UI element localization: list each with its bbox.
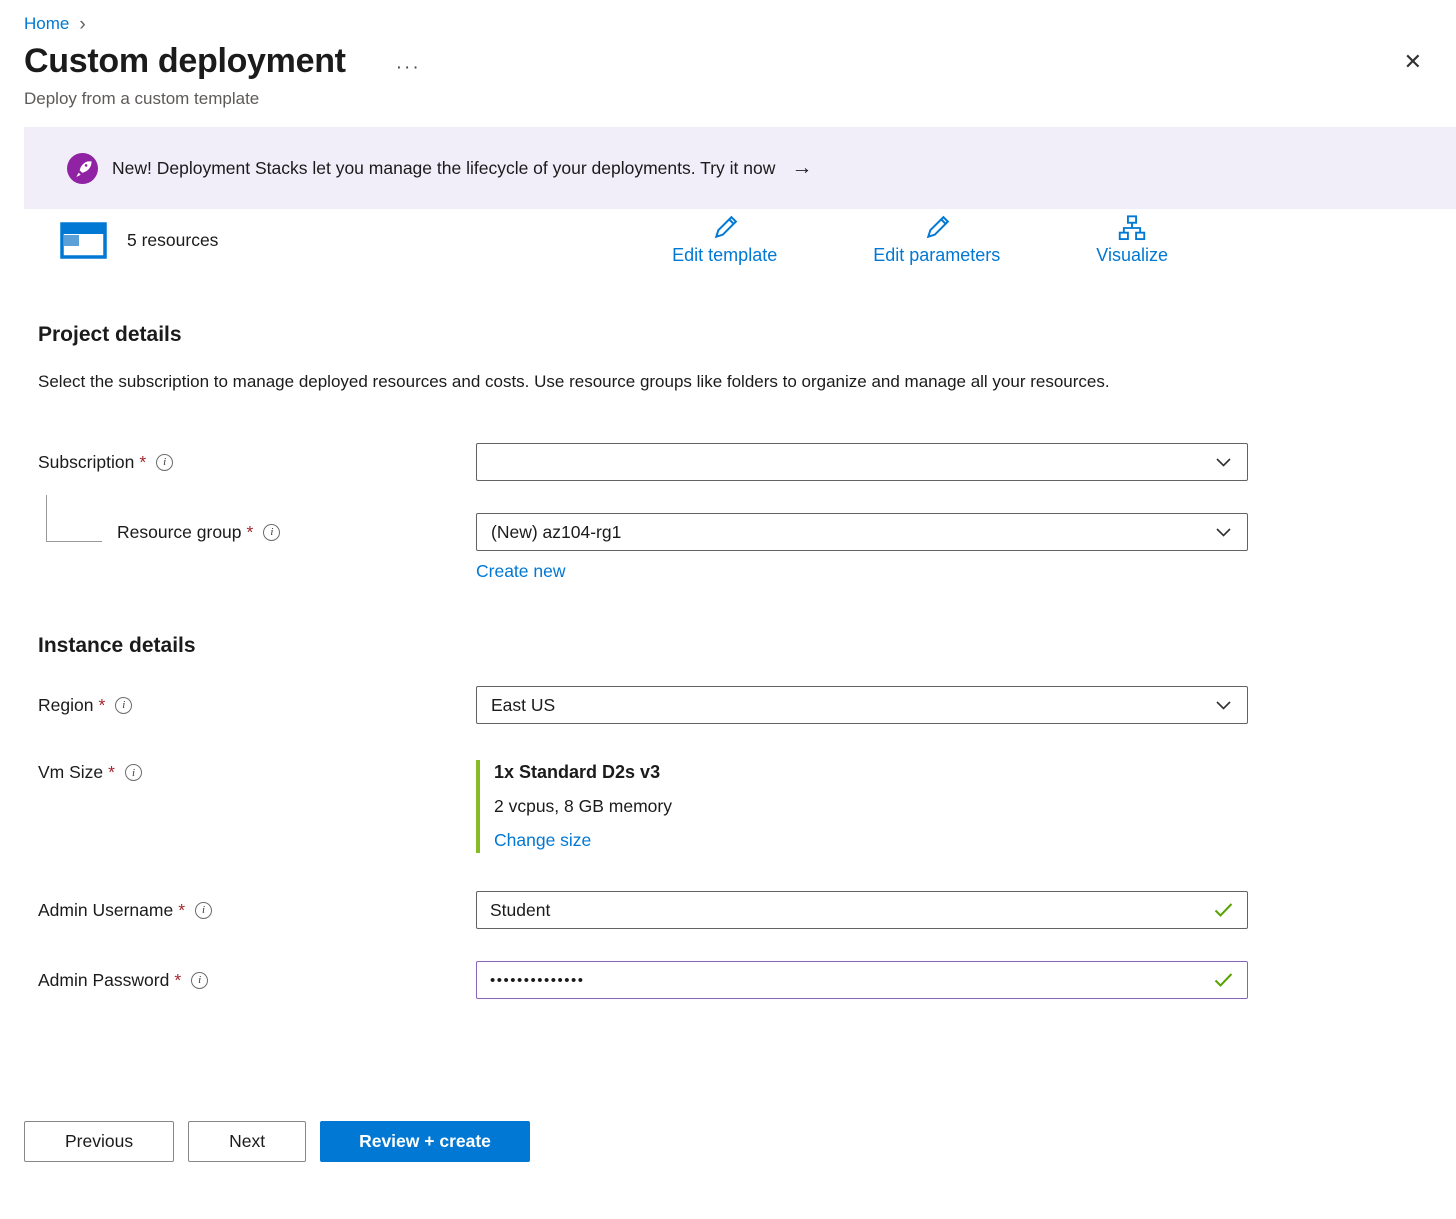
form-content: Project details Select the subscription … bbox=[0, 323, 1456, 999]
subscription-label-cell: Subscription * i bbox=[38, 452, 476, 473]
region-value: East US bbox=[491, 695, 555, 716]
resources-count: 5 resources bbox=[127, 230, 218, 251]
subscription-row: Subscription * i bbox=[38, 443, 1248, 481]
page-header: Custom deployment ··· ✕ bbox=[0, 34, 1456, 81]
connector-line bbox=[46, 495, 102, 542]
admin-username-label: Admin Username bbox=[38, 900, 173, 921]
vm-size-summary: 1x Standard D2s v3 2 vcpus, 8 GB memory … bbox=[476, 760, 1248, 853]
rocket-icon bbox=[67, 153, 98, 184]
arrow-right-icon[interactable]: → bbox=[791, 156, 812, 180]
create-new-link[interactable]: Create new bbox=[476, 561, 566, 582]
required-marker: * bbox=[108, 762, 115, 783]
region-row: Region * i East US bbox=[38, 686, 1248, 724]
admin-password-label-cell: Admin Password * i bbox=[38, 970, 476, 991]
admin-password-input[interactable] bbox=[476, 961, 1248, 999]
edit-template-button[interactable]: Edit template bbox=[666, 213, 783, 267]
visualize-icon bbox=[1118, 214, 1146, 242]
chevron-down-icon bbox=[1216, 528, 1231, 537]
vm-size-label: Vm Size bbox=[38, 762, 103, 783]
close-button[interactable]: ✕ bbox=[1398, 50, 1428, 74]
required-marker: * bbox=[178, 900, 185, 921]
template-bar: 5 resources Edit template Edit parameter… bbox=[0, 209, 1456, 267]
review-create-button[interactable]: Review + create bbox=[320, 1121, 530, 1162]
admin-username-label-cell: Admin Username * i bbox=[38, 900, 476, 921]
required-marker: * bbox=[98, 695, 105, 716]
info-icon[interactable]: i bbox=[191, 972, 208, 989]
template-actions: Edit template Edit parameters Visualize bbox=[666, 213, 1174, 267]
edit-parameters-label: Edit parameters bbox=[873, 245, 1000, 266]
banner-message[interactable]: New! Deployment Stacks let you manage th… bbox=[112, 158, 775, 179]
previous-button[interactable]: Previous bbox=[24, 1121, 174, 1162]
resource-group-value: (New) az104-rg1 bbox=[491, 522, 621, 543]
page-title: Custom deployment bbox=[24, 42, 346, 81]
check-icon bbox=[1214, 903, 1233, 918]
more-options-button[interactable]: ··· bbox=[396, 57, 421, 79]
region-select[interactable]: East US bbox=[476, 686, 1248, 724]
info-icon[interactable]: i bbox=[156, 454, 173, 471]
vm-size-row: Vm Size * i 1x Standard D2s v3 2 vcpus, … bbox=[38, 760, 1248, 853]
breadcrumb: Home › bbox=[0, 0, 1456, 34]
edit-template-label: Edit template bbox=[672, 245, 777, 266]
resource-group-label: Resource group bbox=[117, 522, 242, 543]
required-marker: * bbox=[139, 452, 146, 473]
footer-actions: Previous Next Review + create bbox=[0, 1121, 1456, 1176]
required-marker: * bbox=[174, 970, 181, 991]
pencil-icon bbox=[711, 214, 739, 242]
admin-password-row: Admin Password * i bbox=[38, 961, 1248, 999]
page-subtitle: Deploy from a custom template bbox=[0, 81, 1456, 109]
next-button[interactable]: Next bbox=[188, 1121, 306, 1162]
change-size-link[interactable]: Change size bbox=[494, 830, 591, 851]
project-details-heading: Project details bbox=[38, 323, 1248, 347]
chevron-right-icon: › bbox=[79, 15, 85, 34]
info-icon[interactable]: i bbox=[263, 524, 280, 541]
admin-username-input[interactable] bbox=[476, 891, 1248, 929]
chevron-down-icon bbox=[1216, 701, 1231, 710]
vm-size-label-cell: Vm Size * i bbox=[38, 760, 476, 783]
info-icon[interactable]: i bbox=[125, 764, 142, 781]
edit-parameters-button[interactable]: Edit parameters bbox=[867, 213, 1006, 267]
region-label-cell: Region * i bbox=[38, 695, 476, 716]
vm-size-specs: 2 vcpus, 8 GB memory bbox=[494, 796, 1248, 817]
template-summary: 5 resources bbox=[60, 222, 218, 259]
announcement-banner: New! Deployment Stacks let you manage th… bbox=[24, 127, 1456, 209]
visualize-label: Visualize bbox=[1096, 245, 1168, 266]
subscription-select[interactable] bbox=[476, 443, 1248, 481]
check-icon bbox=[1214, 973, 1233, 988]
template-icon bbox=[60, 222, 107, 259]
vm-size-selection: 1x Standard D2s v3 bbox=[494, 762, 1248, 783]
resource-group-select[interactable]: (New) az104-rg1 bbox=[476, 513, 1248, 551]
project-details-description: Select the subscription to manage deploy… bbox=[38, 369, 1186, 395]
chevron-down-icon bbox=[1216, 458, 1231, 467]
region-label: Region bbox=[38, 695, 93, 716]
admin-password-label: Admin Password bbox=[38, 970, 169, 991]
instance-details-heading: Instance details bbox=[38, 634, 1248, 658]
pencil-icon bbox=[923, 214, 951, 242]
breadcrumb-home-link[interactable]: Home bbox=[24, 14, 69, 34]
required-marker: * bbox=[247, 522, 254, 543]
info-icon[interactable]: i bbox=[195, 902, 212, 919]
admin-username-row: Admin Username * i bbox=[38, 891, 1248, 929]
subscription-label: Subscription bbox=[38, 452, 134, 473]
info-icon[interactable]: i bbox=[115, 697, 132, 714]
visualize-button[interactable]: Visualize bbox=[1090, 213, 1174, 267]
resource-group-label-cell: Resource group * i bbox=[38, 522, 476, 543]
resource-group-row: Resource group * i (New) az104-rg1 bbox=[38, 513, 1248, 551]
